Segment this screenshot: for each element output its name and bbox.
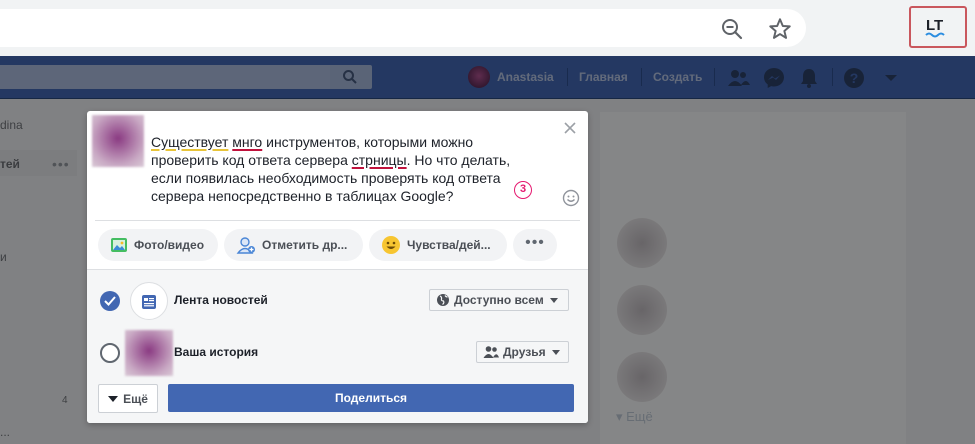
your-story-checkbox[interactable]	[100, 343, 120, 363]
news-feed-icon	[142, 295, 156, 309]
svg-text:LT: LT	[926, 17, 943, 34]
globe-icon	[437, 294, 449, 306]
feed-audience-selector[interactable]: Доступно всем	[429, 289, 569, 311]
bookmark-star-icon[interactable]	[767, 16, 793, 42]
languagetool-icon: LT	[925, 17, 945, 38]
more-options-button[interactable]: Ещё	[98, 384, 158, 413]
story-avatar	[125, 330, 173, 376]
your-story-label: Ваша история	[174, 345, 259, 359]
news-feed-checkbox[interactable]	[100, 291, 120, 311]
right-panel-more-link[interactable]: ▾ Ещё	[616, 409, 653, 425]
author-avatar	[92, 115, 144, 167]
news-feed-icon-wrap	[130, 282, 168, 320]
tag-friends-icon	[236, 237, 255, 254]
photo-icon	[111, 238, 127, 252]
chevron-down-icon	[551, 349, 560, 355]
address-bar[interactable]	[0, 9, 806, 47]
check-icon	[104, 296, 116, 306]
news-feed-label: Лента новостей	[174, 293, 268, 307]
triangle-down-icon	[108, 395, 119, 402]
spelling-error[interactable]: мнго	[232, 134, 262, 150]
feeling-emoji-icon	[382, 236, 400, 254]
spelling-error[interactable]: стрницы	[352, 152, 407, 168]
feeling-activity-button[interactable]: Чувства/дей...	[369, 229, 507, 261]
zoom-out-icon[interactable]	[720, 17, 744, 41]
more-actions-button[interactable]: •••	[513, 229, 557, 261]
post-text-input[interactable]: Существует мнго инструментов, которыми м…	[151, 133, 531, 205]
tag-friends-button[interactable]: Отметить др...	[224, 229, 363, 261]
emoji-icon[interactable]	[562, 189, 580, 207]
post-composer-dialog: Существует мнго инструментов, которыми м…	[87, 111, 588, 423]
share-button[interactable]: Поделиться	[168, 384, 574, 412]
extension-languagetool-button[interactable]: LT	[909, 6, 967, 48]
photo-video-button[interactable]: Фото/видео	[98, 229, 218, 261]
languagetool-error-badge[interactable]: 3	[514, 181, 532, 199]
story-audience-selector[interactable]: Друзья	[476, 341, 569, 363]
close-icon[interactable]	[562, 120, 578, 136]
browser-toolbar: LT	[0, 0, 975, 56]
chevron-down-icon	[549, 297, 558, 303]
friends-icon	[483, 346, 499, 358]
